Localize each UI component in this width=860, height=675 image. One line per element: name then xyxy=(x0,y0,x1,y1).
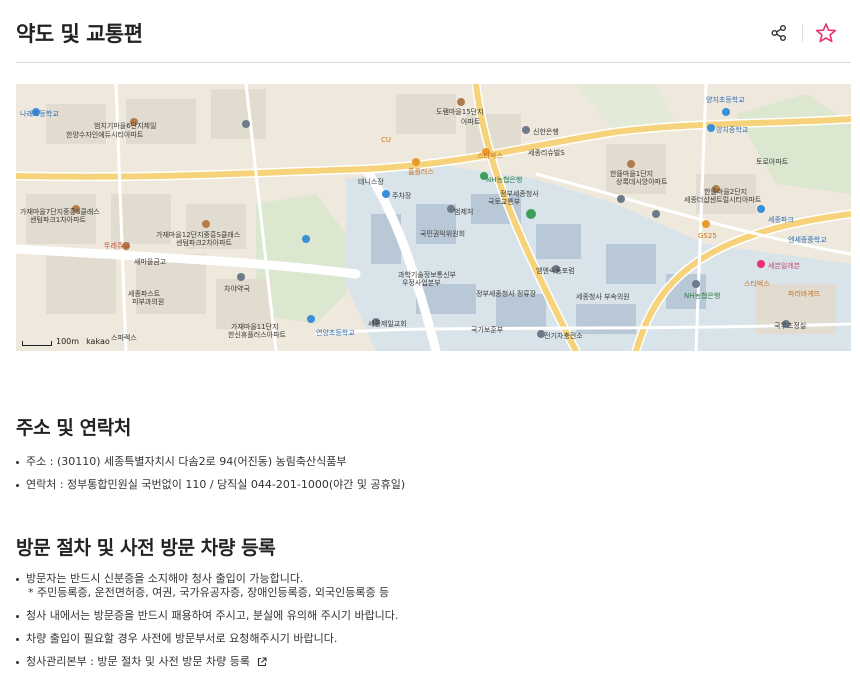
contact-list: 주소 : (30110) 세종특별자치시 다솜2로 94(어진동) 농림축산식품… xyxy=(16,455,405,492)
visit-item: 청사 내에서는 방문증을 반드시 패용하여 주시고, 분실에 유의해 주시기 바… xyxy=(16,609,398,623)
map-label: 가재마을11단지 xyxy=(231,322,279,331)
map-label: 세종파스트 xyxy=(128,289,161,298)
map-brand: kakao xyxy=(86,337,110,346)
map-label: 세븐일레븐 xyxy=(768,261,801,270)
map-label: NH농협은행 xyxy=(486,175,522,184)
map-label: 가재마을12단지중흥S클래스 xyxy=(156,230,241,239)
map-label: 홈플러스 xyxy=(408,167,434,176)
map-canvas: 나래초등학교 범지기마을6단지제일 한양수자인에듀시티아파트 도램마을15단지 … xyxy=(16,84,851,351)
map-label: 세종더샵센트럴시티아파트 xyxy=(684,195,762,204)
map-label: NH농협은행 xyxy=(684,291,720,300)
map-label: 센텀파크2차아파트 xyxy=(176,238,233,247)
map-label: 국민권익위원회 xyxy=(420,229,465,238)
visit-item: 청사관리본부 : 방문 절차 및 사전 방문 차량 등록 xyxy=(16,655,398,669)
contact-heading: 주소 및 연락처 xyxy=(16,417,131,439)
map-label: 상록데시앙아파트 xyxy=(616,177,668,186)
header-actions xyxy=(766,20,851,46)
map-label: 센텀파크1차아파트 xyxy=(30,215,87,224)
map-label: 세종파크 xyxy=(768,215,794,224)
map-label: 범지기마을6단지제일 xyxy=(94,121,156,130)
map-label: 엔세종중학교 xyxy=(788,235,827,244)
map-label: 한신휴플러스아파트 xyxy=(228,330,287,339)
map-label: 국가보훈부 xyxy=(471,325,504,334)
map-label: 세종제일교회 xyxy=(368,319,407,328)
location-map[interactable]: 나래초등학교 범지기마을6단지제일 한양수자인에듀시티아파트 도램마을15단지 … xyxy=(16,84,851,351)
visitor-registration-link[interactable]: 청사관리본부 : 방문 절차 및 사전 방문 차량 등록 xyxy=(26,655,250,668)
divider xyxy=(802,24,803,42)
map-label: 전기차충전소 xyxy=(544,331,583,340)
map-label: 가재마을7단지중흥S클래스 xyxy=(20,207,100,216)
map-label: 세종청사 부속의원 xyxy=(576,292,630,301)
map-label: 스타벅스 xyxy=(744,279,770,288)
map-label: 정부세종청사 xyxy=(500,189,539,198)
visit-item: 방문자는 반드시 신분증을 소지해야 청사 출입이 가능합니다. * 주민등록증… xyxy=(16,572,398,600)
map-label: 파리바게뜨 xyxy=(788,289,821,298)
visit-item-sub: * 주민등록증, 운전면허증, 여권, 국가유공자증, 장애인등록증, 외국인등… xyxy=(28,586,390,599)
map-label: 국무조정실 xyxy=(774,321,806,330)
page-title: 약도 및 교통편 xyxy=(16,22,143,46)
scale-line xyxy=(22,341,52,346)
map-label: 주차장 xyxy=(392,191,412,200)
map-scale: 100m kakao xyxy=(22,337,110,346)
map-label: 신한은행 xyxy=(533,127,559,136)
map-label: 양지중학교 xyxy=(716,125,749,134)
map-label: GS25 xyxy=(698,232,717,240)
address-item: 주소 : (30110) 세종특별자치시 다솜2로 94(어진동) 농림축산식품… xyxy=(16,455,405,469)
map-label: 토로아파트 xyxy=(756,157,789,166)
map-label: 스파렉스 xyxy=(111,333,137,342)
map-label: 아파트 xyxy=(461,117,481,126)
map-label: CU xyxy=(381,136,391,144)
map-label: 범제처 xyxy=(454,207,473,216)
map-label: 연양초등학교 xyxy=(316,328,355,337)
external-link-icon[interactable] xyxy=(257,657,268,667)
map-label: 테니스장 xyxy=(358,177,384,186)
phone-item: 연락처 : 정부통합민원실 국번없이 110 / 당직실 044-201-100… xyxy=(16,478,405,492)
star-outline-icon xyxy=(815,23,837,43)
visit-list: 방문자는 반드시 신분증을 소지해야 청사 출입이 가능합니다. * 주민등록증… xyxy=(16,572,398,669)
map-label: 피부과의원 xyxy=(132,297,164,306)
header-divider xyxy=(16,62,851,63)
page-header: 약도 및 교통편 xyxy=(16,14,851,52)
map-label: 국토교통부 xyxy=(488,198,521,206)
share-icon xyxy=(771,25,786,41)
map-label: 한뜰마을1단지 xyxy=(610,169,653,178)
share-button[interactable] xyxy=(766,20,792,46)
map-label: 차야약국 xyxy=(224,284,250,293)
map-label: 정부세종청사 정류장 xyxy=(476,289,537,298)
favorite-button[interactable] xyxy=(813,20,839,46)
map-label: 과학기술정보통신부 xyxy=(398,270,457,279)
map-label: 새마을금고 xyxy=(134,257,167,266)
map-label: 나래초등학교 xyxy=(20,109,59,118)
scale-label: 100m xyxy=(56,337,80,346)
map-label: 세종리슈빌S xyxy=(528,148,565,157)
visit-item-text: 방문자는 반드시 신분증을 소지해야 청사 출입이 가능합니다. xyxy=(26,572,304,585)
map-label: 스타벅스 xyxy=(477,151,503,160)
map-label: 엠앤숙동포럼 xyxy=(536,266,575,275)
map-label: 우정사업본부 xyxy=(402,278,441,287)
map-label: 한양수자인에듀시티아파트 xyxy=(66,130,144,139)
map-label: 도램마을15단지 xyxy=(436,107,484,116)
map-label: 한뜰마을2단지 xyxy=(704,187,747,196)
map-label: 뚜레쥬르 xyxy=(104,241,130,250)
visit-heading: 방문 절차 및 사전 방문 차량 등록 xyxy=(16,537,276,559)
page: 약도 및 교통편 나래초등학교 범지기마을6단지제일 한양수자인에듀시티아파트 … xyxy=(0,0,860,675)
visit-item: 차량 출입이 필요할 경우 사전에 방문부서로 요청해주시기 바랍니다. xyxy=(16,632,398,646)
map-label: 양지초등학교 xyxy=(706,95,745,104)
